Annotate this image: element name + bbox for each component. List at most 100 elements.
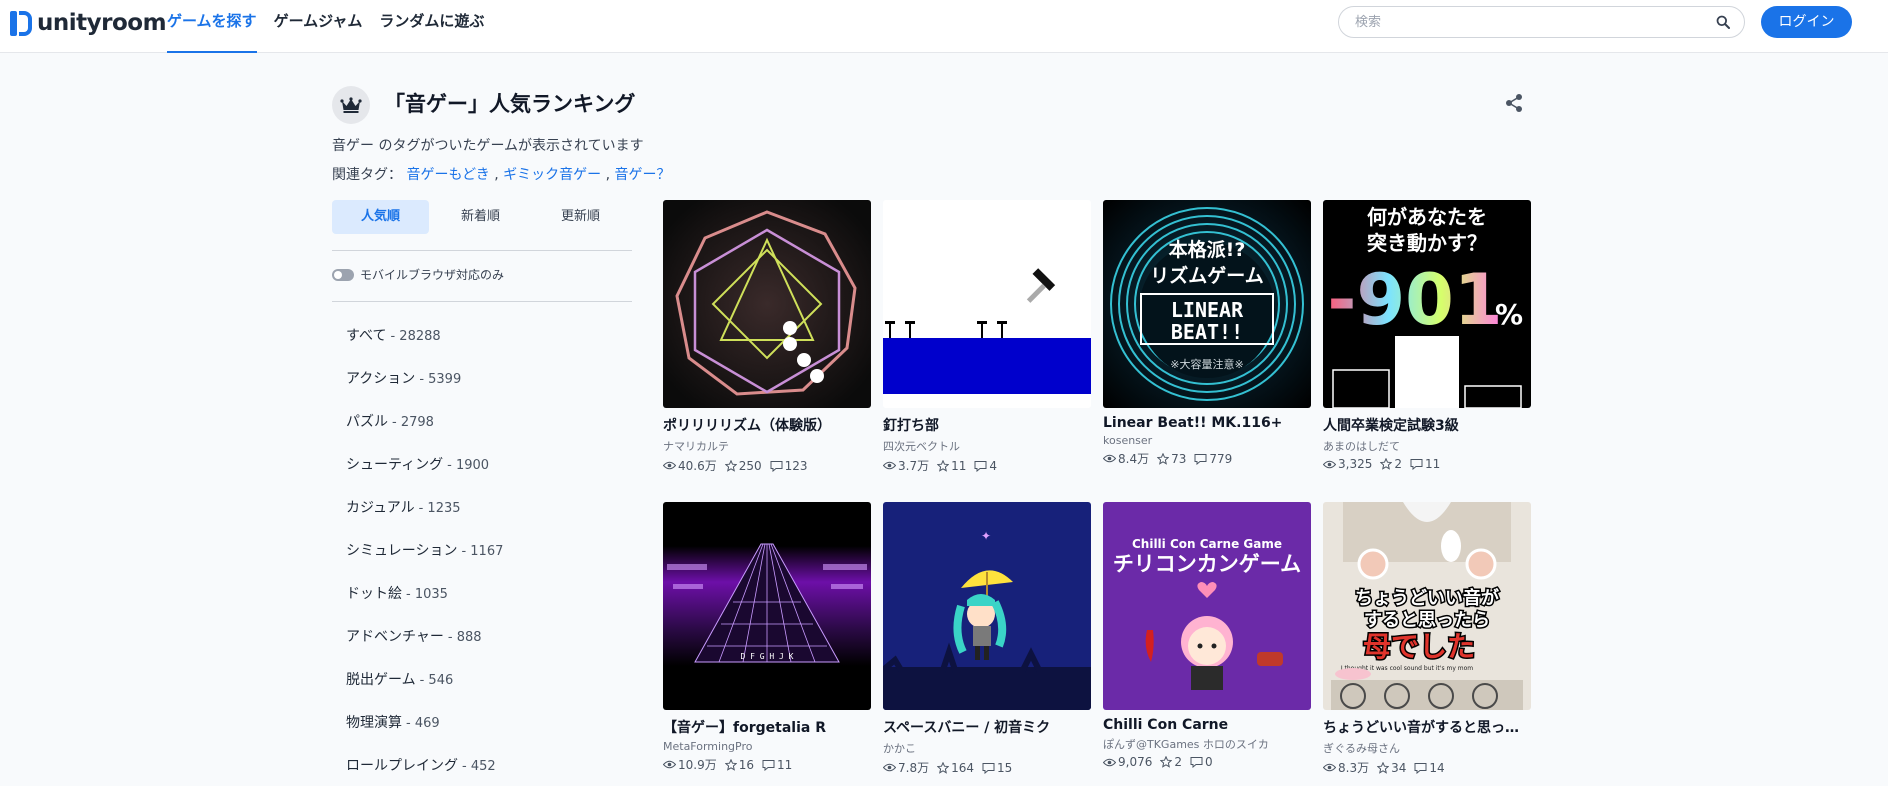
star-icon — [724, 758, 737, 771]
game-thumbnail[interactable]: D F G H J K — [663, 502, 871, 710]
views-stat: 3,325 — [1323, 457, 1372, 471]
polyrhythm-thumbnail-art — [663, 200, 871, 408]
category-item[interactable]: パズル - 2798 — [346, 411, 503, 454]
sort-popular-tab[interactable]: 人気順 — [332, 200, 429, 234]
category-item[interactable]: アクション - 5399 — [346, 368, 503, 411]
game-thumbnail[interactable]: ✦ — [883, 502, 1091, 710]
stars-count: 250 — [738, 458, 762, 473]
thumb-text: リズムゲーム — [1150, 264, 1263, 287]
game-card[interactable]: ポリリリリズム（体験版） ナマリカルテ 40.6万 250 123 — [663, 200, 871, 474]
search-input[interactable] — [1355, 12, 1695, 32]
views-count: 8.3万 — [1338, 761, 1370, 775]
chilli-con-carne-thumbnail-art: Chilli Con Carne Game チリコンカンゲーム — [1103, 502, 1311, 710]
game-card[interactable]: 本格派!? リズムゲーム LINEAR BEAT!! ※大容量注意※ Linea… — [1103, 200, 1311, 467]
game-author[interactable]: ぎぐるみ母さん — [1323, 740, 1531, 756]
category-count: - 546 — [419, 673, 454, 688]
sort-updated-tab[interactable]: 更新順 — [532, 200, 629, 234]
category-item[interactable]: カジュアル - 1235 — [346, 497, 503, 540]
comments-stat: 15 — [982, 761, 1012, 775]
game-thumbnail[interactable] — [883, 200, 1091, 408]
tag-description: 音ゲー のタグがついたゲームが表示されています — [332, 138, 644, 154]
game-title[interactable]: Chilli Con Carne — [1103, 717, 1311, 733]
thumb-text: すると思ったら — [1364, 610, 1490, 631]
game-author[interactable]: MetaFormingPro — [663, 740, 871, 753]
category-item[interactable]: ロールプレイング - 452 — [346, 755, 503, 786]
login-button[interactable]: ログイン — [1761, 6, 1852, 38]
space-bunny-thumbnail-art: ✦ — [883, 502, 1091, 710]
game-title[interactable]: 【音ゲー】forgetalia R — [663, 717, 871, 737]
views-stat: 8.4万 — [1103, 450, 1149, 467]
views-count: 7.8万 — [898, 761, 930, 775]
comment-icon — [762, 759, 775, 771]
game-author[interactable]: ナマリカルテ — [663, 438, 871, 454]
star-icon — [937, 459, 950, 472]
game-card[interactable]: ✦ スペースバニー / 初音ミク かかこ 7.8万 164 15 — [883, 502, 1091, 776]
category-count: - 1900 — [447, 458, 490, 473]
category-count: - 469 — [406, 716, 440, 731]
thumb-text: ※大容量注意※ — [1170, 357, 1243, 371]
category-count: - 452 — [462, 759, 496, 774]
game-card[interactable]: 何があなたを 突き動かす？ -901 % 人間卒業検定試験3級 あまのはしだて … — [1323, 200, 1531, 471]
game-stats: 10.9万 16 11 — [663, 756, 871, 773]
comment-icon — [974, 460, 987, 472]
category-name: 脱出ゲーム — [346, 672, 416, 688]
comments-stat: 11 — [762, 758, 792, 772]
game-card[interactable]: ちょうどいい音が すると思ったら 母でした I thought it was c… — [1323, 502, 1531, 776]
mobile-only-toggle[interactable] — [332, 268, 354, 281]
game-card[interactable]: Chilli Con Carne Game チリコンカンゲーム Chilli C… — [1103, 502, 1311, 769]
game-stats: 7.8万 164 15 — [883, 759, 1091, 776]
category-count: - 28288 — [390, 329, 441, 344]
game-author[interactable]: kosenser — [1103, 434, 1311, 447]
category-item[interactable]: すべて - 28288 — [346, 325, 503, 368]
game-card[interactable]: 釘打ち部 四次元ベクトル 3.7万 11 4 — [883, 200, 1091, 474]
category-count: - 888 — [447, 630, 482, 645]
human-graduation-thumbnail-art: 何があなたを 突き動かす？ -901 % — [1323, 200, 1531, 408]
game-stats: 3,325 2 11 — [1323, 457, 1531, 471]
related-tag-link[interactable]: ギミック音ゲー — [503, 167, 601, 183]
nav-game-jam[interactable]: ゲームジャム — [274, 0, 363, 53]
views-count: 3.7万 — [898, 459, 930, 473]
game-thumbnail[interactable]: 何があなたを 突き動かす？ -901 % — [1323, 200, 1531, 408]
comments-count: 4 — [989, 458, 998, 473]
comment-icon — [1410, 459, 1423, 470]
nav-random-play[interactable]: ランダムに遊ぶ — [379, 0, 484, 53]
game-stats: 40.6万 250 123 — [663, 457, 871, 474]
game-title[interactable]: 釘打ち部 — [883, 415, 1091, 435]
game-thumbnail[interactable]: 本格派!? リズムゲーム LINEAR BEAT!! ※大容量注意※ — [1103, 200, 1311, 408]
search-icon[interactable] — [1716, 15, 1730, 29]
divider — [332, 301, 632, 302]
game-card[interactable]: D F G H J K 【音ゲー】forgetalia R MetaFormin… — [663, 502, 871, 773]
game-title[interactable]: ポリリリリズム（体験版） — [663, 415, 871, 435]
share-icon[interactable] — [1504, 93, 1524, 113]
game-author[interactable]: 四次元ベクトル — [883, 438, 1091, 454]
sort-tabs: 人気順 新着順 更新順 — [332, 200, 632, 234]
nav-find-games[interactable]: ゲームを探す — [167, 0, 257, 53]
unityroom-logo[interactable]: unityroom — [10, 8, 167, 38]
star-icon — [1160, 756, 1173, 768]
related-tag-link[interactable]: 音ゲーもどき — [406, 167, 489, 183]
eye-icon — [1323, 460, 1336, 468]
category-item[interactable]: アドベンチャー - 888 — [346, 626, 503, 669]
game-title[interactable]: Linear Beat!! MK.116+ — [1103, 415, 1311, 431]
game-thumbnail[interactable]: Chilli Con Carne Game チリコンカンゲーム — [1103, 502, 1311, 710]
eye-icon — [1103, 454, 1116, 463]
eye-icon — [1103, 758, 1116, 766]
game-thumbnail[interactable]: ちょうどいい音が すると思ったら 母でした I thought it was c… — [1323, 502, 1531, 710]
stars-stat: 2 — [1380, 457, 1402, 471]
game-author[interactable]: あまのはしだて — [1323, 438, 1531, 454]
category-item[interactable]: シミュレーション - 1167 — [346, 540, 503, 583]
related-tag-link[interactable]: 音ゲー？ — [614, 167, 670, 183]
game-title[interactable]: 人間卒業検定試験3級 — [1323, 415, 1531, 435]
game-title[interactable]: スペースバニー / 初音ミク — [883, 717, 1091, 737]
comments-count: 0 — [1205, 755, 1213, 769]
game-author[interactable]: ぽんず@TKGames ホロのスイカ — [1103, 736, 1311, 752]
category-item[interactable]: 物理演算 - 469 — [346, 712, 503, 755]
game-author[interactable]: かかこ — [883, 740, 1091, 756]
thumb-text: 本格派!? — [1169, 238, 1246, 261]
category-item[interactable]: 脱出ゲーム - 546 — [346, 669, 503, 712]
sort-newest-tab[interactable]: 新着順 — [432, 200, 529, 234]
category-item[interactable]: ドット絵 - 1035 — [346, 583, 503, 626]
game-thumbnail[interactable] — [663, 200, 871, 408]
category-item[interactable]: シューティング - 1900 — [346, 454, 503, 497]
game-title[interactable]: ちょうどいい音がすると思ったら母でした — [1323, 717, 1531, 737]
